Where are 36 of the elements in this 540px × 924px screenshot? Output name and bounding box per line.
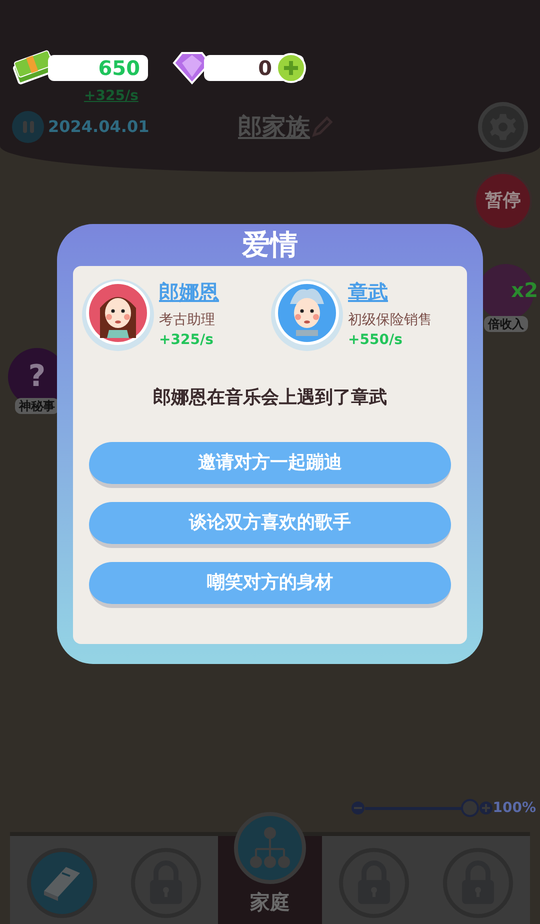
- zoom-out-icon: [350, 801, 365, 815]
- zoom-in-icon: [478, 801, 493, 815]
- pause-icon: [22, 121, 34, 133]
- event-message: 郎娜恩在音乐会上遇到了章武: [152, 386, 388, 410]
- person-name[interactable]: 郎娜恩: [159, 278, 219, 306]
- choice-button[interactable]: 邀请对方一起蹦迪: [89, 442, 451, 488]
- zoom-reading: 100%: [492, 799, 536, 818]
- person-income: +325/s: [159, 331, 214, 350]
- person-job: 初级保险销售: [348, 311, 432, 330]
- money-counter: 650: [48, 55, 148, 81]
- slider-thumb[interactable]: [460, 799, 479, 817]
- pause-button[interactable]: [12, 111, 44, 143]
- nav-tab[interactable]: [114, 836, 218, 924]
- zoom-slider[interactable]: [364, 799, 479, 817]
- double-income-label[interactable]: 倍收入: [484, 316, 528, 332]
- pencil-icon: [310, 115, 334, 139]
- family-tree-icon: [247, 825, 293, 871]
- nav-tab[interactable]: [10, 836, 114, 924]
- nav-tab[interactable]: [322, 836, 426, 924]
- person-name[interactable]: 章武: [348, 278, 432, 306]
- game-date: 2024.04.01: [48, 116, 150, 138]
- dialog-title: 爱情: [242, 227, 298, 263]
- choice-button[interactable]: 谈论双方喜欢的歌手: [89, 502, 451, 548]
- question-mark: ?: [28, 359, 46, 395]
- settings-button[interactable]: [478, 102, 528, 152]
- add-gems-button[interactable]: [276, 53, 306, 83]
- nav-tab[interactable]: [426, 836, 530, 924]
- plus-icon: [282, 59, 300, 77]
- person-job: 考古助理: [159, 311, 216, 330]
- pause-game-button[interactable]: 暂停: [474, 172, 532, 230]
- multiplier-text: x2: [511, 278, 538, 302]
- person-income: +550/s: [348, 331, 404, 350]
- nav-label: 家庭: [250, 889, 290, 916]
- income-rate: +325/s: [84, 87, 138, 106]
- choice-button[interactable]: 嘲笑对方的身材: [89, 562, 451, 608]
- mystery-event-label[interactable]: 神秘事: [15, 398, 59, 414]
